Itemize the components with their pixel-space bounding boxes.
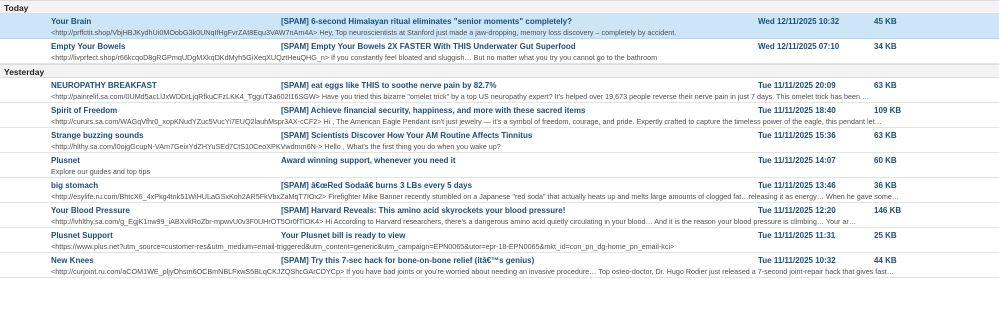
sender-name: Spirit of Freedom	[51, 106, 118, 115]
message-preview: <http://curjoint.ru.com/aCOM1WE_pljyOhsm…	[51, 267, 894, 276]
received-date: Tue 11/11/2025 15:36	[758, 131, 836, 140]
message-preview: <http://prffctit.shop/VbjHBJKydhUi0MOobG…	[51, 28, 677, 37]
message-preview: <http://esylife.ru.com/BhtcX6_4xPkg4tnk5…	[51, 192, 900, 201]
sender-name: Plusnet Support	[51, 231, 113, 240]
message-row[interactable]: Plusnet Award winning support, whenever y…	[0, 153, 999, 178]
sender-name: Empty Your Bowels	[51, 42, 126, 51]
message-row[interactable]: Strange buzzing sounds [SPAM] Scientists …	[0, 128, 999, 153]
sender-name: big stomach	[51, 181, 99, 190]
message-size: 44 KB	[874, 256, 897, 265]
message-row[interactable]: NEUROPATHY BREAKFAST [SPAM] eat eggs like…	[0, 78, 999, 103]
received-date: Wed 12/11/2025 07:10	[758, 42, 840, 51]
message-row[interactable]: Plusnet Support Your Plusnet bill is read…	[0, 228, 999, 253]
message-size: 63 KB	[874, 81, 897, 90]
message-list: Today Your Brain [SPAM] 6-second Himalayan…	[0, 0, 999, 324]
received-date: Tue 11/11/2025 10:32	[758, 256, 836, 265]
received-date: Tue 11/11/2025 18:40	[758, 106, 836, 115]
message-row[interactable]: Your Brain [SPAM] 6-second Himalayan ritu…	[0, 14, 999, 39]
message-preview: <http://livprfect.shop/r66kcqoD8gRGPmqUD…	[51, 53, 658, 62]
group-header[interactable]: Yesterday	[0, 64, 999, 78]
message-row[interactable]: big stomach [SPAM] â€œRed Sodaâ€ burns 3 …	[0, 178, 999, 203]
received-date: Tue 11/11/2025 11:31	[758, 231, 836, 240]
message-row[interactable]: New Knees [SPAM] Try this 7-sec hack for …	[0, 253, 999, 278]
sender-name: Strange buzzing sounds	[51, 131, 144, 140]
message-size: 36 KB	[874, 181, 897, 190]
message-subject: [SPAM] Achieve financial security, happi…	[281, 106, 586, 115]
message-size: 146 KB	[874, 206, 902, 215]
message-size: 60 KB	[874, 156, 897, 165]
message-preview: <http://lvhlthy.sa.com/g_EgjK1nw99_iABXv…	[51, 217, 857, 226]
message-size: 109 KB	[874, 106, 902, 115]
message-row[interactable]: Empty Your Bowels [SPAM] Empty Your Bowel…	[0, 39, 999, 64]
message-subject: Your Plusnet bill is ready to view	[281, 231, 406, 240]
message-subject: [SPAM] Try this 7-sec hack for bone-on-b…	[281, 256, 535, 265]
sender-name: Your Brain	[51, 17, 92, 26]
received-date: Wed 12/11/2025 10:32	[758, 17, 840, 26]
message-subject: [SPAM] â€œRed Sodaâ€ burns 3 LBs every 5…	[281, 181, 473, 190]
message-preview: Explore our guides and top tips	[51, 167, 151, 176]
sender-name: New Knees	[51, 256, 94, 265]
received-date: Tue 11/11/2025 14:07	[758, 156, 836, 165]
sender-name: Plusnet	[51, 156, 80, 165]
sender-name: NEUROPATHY BREAKFAST	[51, 81, 157, 90]
received-date: Tue 11/11/2025 13:46	[758, 181, 836, 190]
message-preview: <http://cururs.sa.com/WAGqVfhr0_xopKNudY…	[51, 117, 882, 126]
message-preview: <http://painrelif.sa.com/0UMd5acLlJxWDDr…	[51, 92, 870, 101]
message-subject: [SPAM] Harvard Reveals: This amino acid …	[281, 206, 566, 215]
message-row[interactable]: Your Blood Pressure [SPAM] Harvard Reveal…	[0, 203, 999, 228]
message-preview: <http://hlthy.sa.com/l0ojgGcupN-VAm7Geix…	[51, 142, 501, 151]
message-size: 63 KB	[874, 131, 897, 140]
message-subject: Award winning support, whenever you need…	[281, 156, 456, 165]
message-row[interactable]: Spirit of Freedom [SPAM] Achieve financia…	[0, 103, 999, 128]
sender-name: Your Blood Pressure	[51, 206, 130, 215]
received-date: Tue 11/11/2025 12:20	[758, 206, 836, 215]
message-subject: [SPAM] Scientists Discover How Your AM R…	[281, 131, 533, 140]
message-size: 34 KB	[874, 42, 897, 51]
message-subject: [SPAM] Empty Your Bowels 2X FASTER With …	[281, 42, 576, 51]
message-subject: [SPAM] 6-second Himalayan ritual elimina…	[281, 17, 573, 26]
message-size: 45 KB	[874, 17, 897, 26]
group-header[interactable]: Today	[0, 0, 999, 14]
received-date: Tue 11/11/2025 20:09	[758, 81, 836, 90]
message-subject: [SPAM] eat eggs like THIS to soothe nerv…	[281, 81, 497, 90]
message-size: 25 KB	[874, 231, 897, 240]
message-preview: <https://www.plus.net?utm_source=custome…	[51, 242, 675, 251]
